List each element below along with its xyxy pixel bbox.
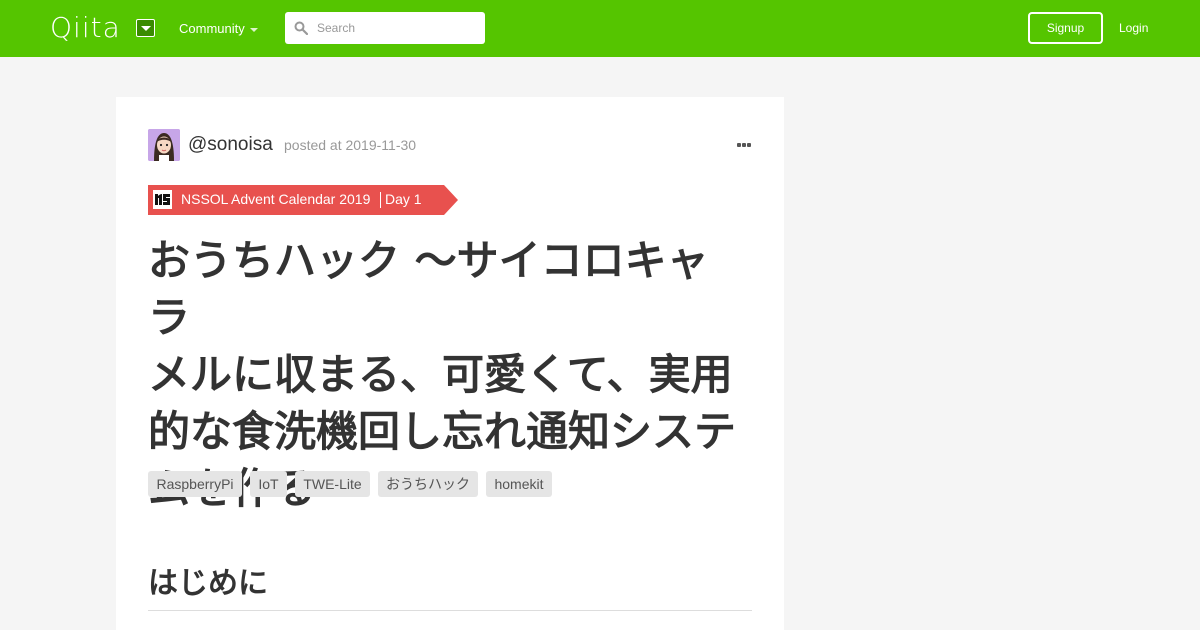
section-heading: はじめに [148, 566, 268, 601]
author-avatar[interactable] [148, 129, 180, 161]
article-title-line: おうちハック 〜サイコロキャラ [148, 236, 709, 342]
calendar-logo-icon [153, 190, 172, 209]
search-icon [294, 21, 308, 35]
service-menu-chevron-down-icon[interactable] [136, 19, 155, 37]
tag-homekit[interactable]: homekit [486, 471, 552, 497]
tag-ouchi-hack[interactable]: おうちハック [378, 471, 478, 497]
tag-iot[interactable]: IoT [250, 471, 287, 497]
search-input[interactable] [285, 12, 485, 44]
signup-button[interactable]: Signup [1028, 12, 1103, 44]
article-title-line: メルに収まる、可愛くて、実用 [148, 350, 733, 399]
top-nav-bar: Qiita Community Signup Login [0, 0, 1200, 57]
author-username[interactable]: @sonoisa [188, 134, 273, 156]
calendar-day: Day 1 [385, 191, 422, 207]
ribbon-divider [380, 192, 381, 208]
calendar-name: NSSOL Advent Calendar 2019 [181, 191, 371, 207]
advent-calendar-ribbon[interactable]: NSSOL Advent Calendar 2019 Day 1 [148, 185, 458, 215]
posted-date: posted at 2019-11-30 [284, 137, 417, 153]
community-menu[interactable]: Community [179, 21, 245, 37]
article-title-line: 的な食洗機回し忘れ通知システ [148, 407, 737, 456]
tag-twe-lite[interactable]: TWE-Lite [295, 471, 370, 497]
tag-raspberrypi[interactable]: RaspberryPi [148, 471, 242, 497]
more-options-icon[interactable] [737, 143, 752, 148]
login-link[interactable]: Login [1119, 20, 1148, 36]
heading-divider [148, 610, 752, 611]
community-chevron-down-icon[interactable] [250, 28, 258, 32]
qiita-logo[interactable]: Qiita [50, 13, 121, 43]
